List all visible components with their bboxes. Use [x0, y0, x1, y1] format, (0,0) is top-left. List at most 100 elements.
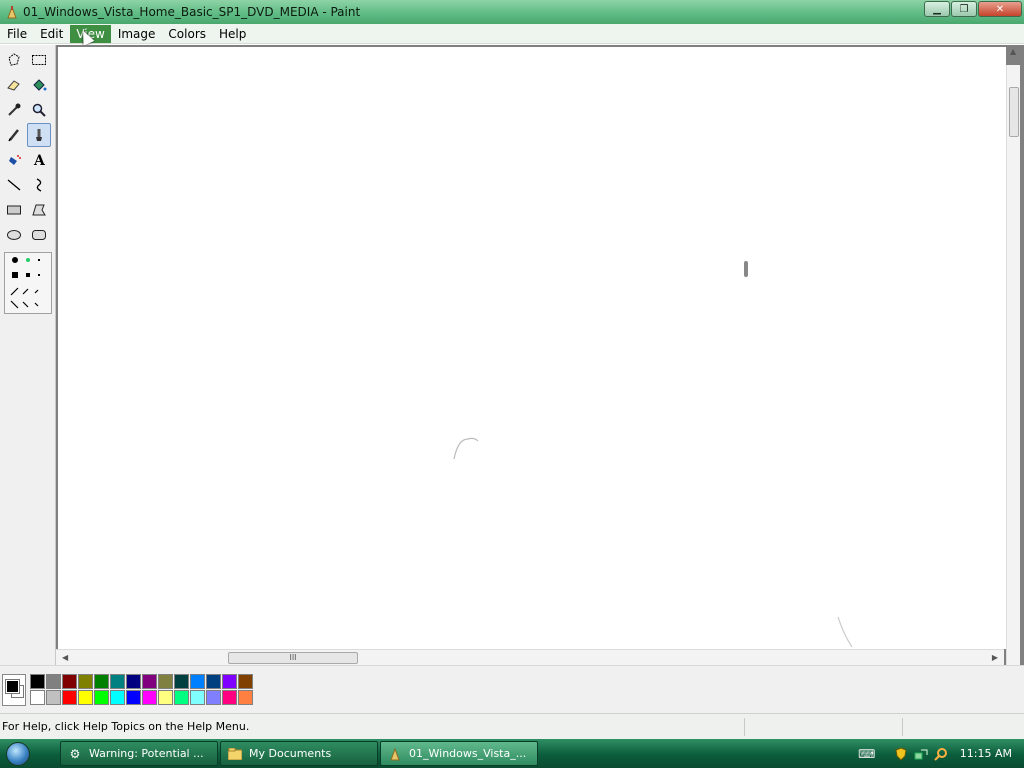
paint-icon[interactable] [4, 4, 20, 20]
brush-round-large-option[interactable] [12, 257, 18, 263]
foreground-color [5, 679, 20, 694]
color-swatch[interactable] [30, 690, 45, 705]
color-swatch[interactable] [174, 690, 189, 705]
status-bar: For Help, click Help Topics on the Help … [0, 713, 1024, 739]
color-swatch[interactable] [174, 674, 189, 689]
system-tray: ⌨ 11:15 AM [858, 739, 1024, 768]
color-swatch[interactable] [126, 690, 141, 705]
status-text: For Help, click Help Topics on the Help … [2, 720, 250, 733]
restore-button[interactable]: ❐ [951, 1, 977, 17]
color-swatch[interactable] [110, 674, 125, 689]
taskbar-button-paint[interactable]: 01_Windows_Vista_... [380, 741, 538, 766]
horizontal-scroll-thumb[interactable]: III [228, 652, 358, 664]
text-icon[interactable]: A [27, 148, 51, 172]
color-swatch[interactable] [158, 674, 173, 689]
menu-colors[interactable]: Colors [162, 25, 212, 43]
airbrush-icon[interactable] [2, 148, 26, 172]
color-swatch[interactable] [46, 674, 61, 689]
svg-text:A: A [33, 153, 46, 168]
free-form-select-icon[interactable] [2, 48, 26, 72]
magnifier-icon[interactable] [27, 98, 51, 122]
close-icon: ✕ [995, 3, 1005, 15]
color-swatch[interactable] [206, 674, 221, 689]
vertical-scrollbar[interactable]: ▲ ▼ [1006, 47, 1020, 681]
rounded-rectangle-icon[interactable] [27, 223, 51, 247]
scroll-left-icon[interactable]: ◀ [62, 653, 68, 662]
color-swatch[interactable] [206, 690, 221, 705]
color-swatch[interactable] [62, 674, 77, 689]
select-icon[interactable] [27, 48, 51, 72]
color-swatch[interactable] [62, 690, 77, 705]
menu-edit[interactable]: Edit [34, 25, 69, 43]
restore-icon: ❐ [959, 3, 969, 15]
color-swatch[interactable] [158, 690, 173, 705]
color-swatch[interactable] [142, 674, 157, 689]
taskbar-button-label: My Documents [249, 747, 332, 760]
rectangle-icon[interactable] [2, 198, 26, 222]
menu-file[interactable]: File [1, 25, 33, 43]
title-bar: 01_Windows_Vista_Home_Basic_SP1_DVD_MEDI… [0, 0, 1024, 24]
color-swatch[interactable] [222, 674, 237, 689]
menu-image[interactable]: Image [112, 25, 162, 43]
color-swatch[interactable] [190, 674, 205, 689]
taskbar-button-my-documents[interactable]: My Documents [220, 741, 378, 766]
window-controls: ▁ ❐ ✕ [923, 1, 1022, 17]
search-icon[interactable] [932, 745, 950, 763]
minimize-icon: ▁ [933, 3, 941, 15]
close-button[interactable]: ✕ [978, 1, 1022, 17]
clock[interactable]: 11:15 AM [960, 747, 1012, 760]
current-colors[interactable] [2, 674, 26, 706]
horizontal-scrollbar[interactable]: ◀ III ▶ [56, 649, 1004, 665]
vertical-scroll-thumb[interactable] [1009, 87, 1019, 137]
canvas-marks [453, 261, 853, 648]
brush-slant-options[interactable] [9, 283, 49, 313]
windows-logo-icon [6, 741, 30, 766]
color-swatch[interactable] [126, 674, 141, 689]
scroll-up-icon[interactable]: ▲ [1010, 47, 1016, 56]
brush-square-small-option[interactable] [38, 274, 40, 276]
keyboard-icon[interactable]: ⌨ [858, 745, 876, 763]
fill-bucket-icon[interactable] [27, 73, 51, 97]
drawing-canvas[interactable] [58, 47, 1006, 649]
color-swatch[interactable] [190, 690, 205, 705]
start-button[interactable] [0, 739, 36, 768]
color-swatch[interactable] [46, 690, 61, 705]
color-swatch[interactable] [94, 690, 109, 705]
brush-square-medium-option[interactable] [26, 273, 30, 277]
menu-help[interactable]: Help [213, 25, 252, 43]
color-swatch[interactable] [94, 674, 109, 689]
pencil-icon[interactable] [2, 123, 26, 147]
minimize-button[interactable]: ▁ [924, 1, 950, 17]
window-title: 01_Windows_Vista_Home_Basic_SP1_DVD_MEDI… [23, 5, 361, 19]
color-swatch[interactable] [78, 690, 93, 705]
network-icon[interactable] [912, 745, 930, 763]
color-swatch[interactable] [222, 690, 237, 705]
taskbar-button-label: Warning: Potential ... [89, 747, 204, 760]
toolbox: A [0, 45, 56, 665]
color-swatch[interactable] [30, 674, 45, 689]
color-swatch[interactable] [238, 690, 253, 705]
color-swatches [30, 674, 254, 706]
paint-icon [387, 746, 403, 762]
polygon-icon[interactable] [27, 198, 51, 222]
security-shield-icon[interactable] [892, 745, 910, 763]
taskbar: ⚙ Warning: Potential ... My Documents 01… [0, 739, 1024, 768]
eraser-icon[interactable] [2, 73, 26, 97]
taskbar-button-warning[interactable]: ⚙ Warning: Potential ... [60, 741, 218, 766]
brush-round-medium-option[interactable] [26, 258, 30, 262]
brush-round-small-option[interactable] [38, 259, 40, 261]
brush-icon[interactable] [27, 123, 51, 147]
line-icon[interactable] [2, 173, 26, 197]
taskbar-button-label: 01_Windows_Vista_... [409, 747, 527, 760]
color-swatch[interactable] [78, 674, 93, 689]
color-swatch[interactable] [110, 690, 125, 705]
ellipse-icon[interactable] [2, 223, 26, 247]
color-swatch[interactable] [238, 674, 253, 689]
status-divider [902, 718, 903, 736]
color-swatch[interactable] [142, 690, 157, 705]
tool-options-panel[interactable] [4, 252, 52, 314]
scroll-right-icon[interactable]: ▶ [992, 653, 998, 662]
pick-color-icon[interactable] [2, 98, 26, 122]
brush-square-large-option[interactable] [12, 272, 18, 278]
curve-icon[interactable] [27, 173, 51, 197]
